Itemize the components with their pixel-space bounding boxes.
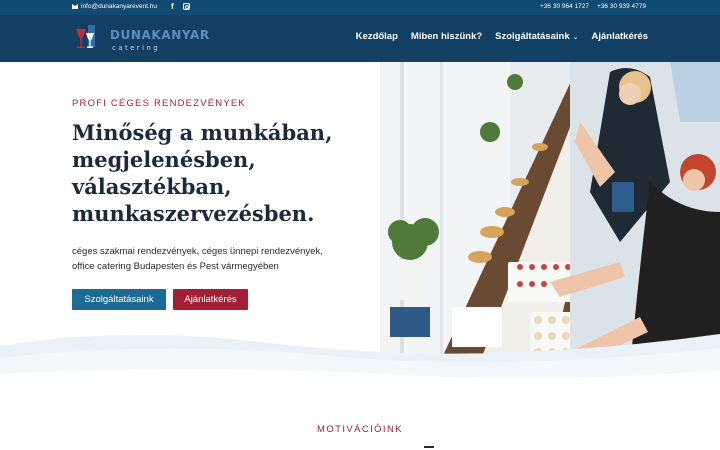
hero-description: céges szakmai rendezvények, céges ünnepi…	[72, 244, 372, 274]
hero-headline: Minőség a munkában, megjelenésben, válas…	[72, 119, 372, 227]
hero-section: PROFI CÉGES RENDEZVÉNYEK Minőség a munká…	[0, 62, 380, 362]
headline-line: Minőség a munkában,	[72, 120, 333, 145]
logo[interactable]: DUNAKANYAR catering	[74, 25, 214, 55]
main-nav: Kezdőlap Miben hiszünk? Szolgáltatásaink…	[356, 31, 648, 42]
quote-button[interactable]: Ajánlatkérés	[173, 289, 248, 310]
nav-label: Miben hiszünk?	[410, 31, 483, 42]
services-button[interactable]: Szolgáltatásaink	[72, 289, 166, 310]
top-bar: info@dunakanyarevent.hu f +36 30 964 172…	[0, 0, 720, 15]
logo-name: DUNAKANYAR	[110, 28, 210, 42]
description-line: office catering Budapesten és Pest várme…	[72, 261, 279, 272]
logo-subtitle: catering	[112, 44, 161, 52]
nav-item-quote[interactable]: Ajánlatkérés	[591, 31, 648, 42]
nav-item-beliefs[interactable]: Miben hiszünk?	[411, 31, 482, 42]
nav-label: Szolgáltatásaink	[495, 31, 570, 42]
phone-text-2: +36 30 939 4779	[597, 3, 646, 10]
phone-link-2[interactable]: +36 30 939 4779	[597, 3, 646, 10]
headline-line: választékban,	[72, 174, 232, 199]
nav-label: Ajánlatkérés	[591, 31, 648, 42]
wave-divider	[0, 334, 720, 398]
section-heading-fragment	[424, 446, 434, 448]
instagram-icon[interactable]	[183, 3, 190, 10]
headline-line: megjelenésben,	[72, 147, 256, 172]
phone-text-1: +36 30 964 1727	[540, 3, 589, 10]
description-line: céges szakmai rendezvények, céges ünnepi…	[72, 246, 323, 257]
hero-eyebrow: PROFI CÉGES RENDEZVÉNYEK	[72, 98, 246, 109]
email-text: info@dunakanyarevent.hu	[81, 3, 157, 10]
nav-item-services[interactable]: Szolgáltatásaink ⌄	[495, 31, 578, 42]
facebook-icon[interactable]: f	[171, 2, 174, 11]
mail-icon	[72, 4, 78, 9]
nav-label: Kezdőlap	[355, 31, 398, 42]
section-label: MOTIVÁCIÓINK	[317, 424, 403, 435]
chevron-down-icon: ⌄	[572, 33, 579, 41]
logo-glass-icon	[76, 25, 95, 48]
headline-line: munkaszervezésben.	[72, 201, 315, 226]
phone-link-1[interactable]: +36 30 964 1727	[540, 3, 589, 10]
nav-item-home[interactable]: Kezdőlap	[356, 31, 398, 42]
site-header: DUNAKANYAR catering Kezdőlap Miben hiszü…	[0, 15, 720, 62]
email-link[interactable]: info@dunakanyarevent.hu	[72, 3, 157, 10]
